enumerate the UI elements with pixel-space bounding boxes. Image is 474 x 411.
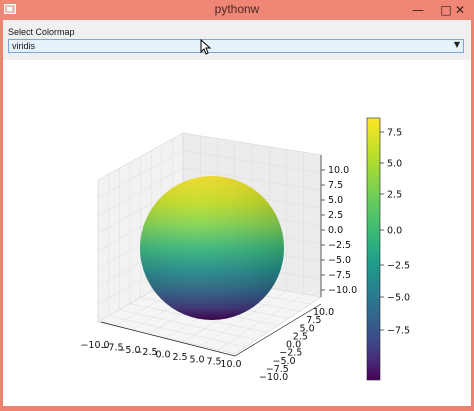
z-tick-label: 5.0 bbox=[328, 195, 343, 206]
colorbar-tick-label: 5.0 bbox=[387, 159, 402, 170]
colorbar-tick-label: 0.0 bbox=[387, 226, 402, 237]
colorbar-ticks: 7.5 5.0 2.5 0.0 −2.5 −5.0 −7.5 bbox=[380, 128, 410, 337]
controls-panel: Select Colormap viridis ▼ bbox=[3, 20, 471, 60]
z-tick-label: 7.5 bbox=[328, 180, 343, 191]
app-window: pythonw — □ ✕ Select Colormap viridis ▼ bbox=[0, 0, 474, 410]
sphere-surface bbox=[140, 176, 284, 320]
minimize-button[interactable]: — bbox=[404, 0, 432, 20]
z-tick-label: 10.0 bbox=[328, 165, 349, 176]
mouse-cursor-icon bbox=[200, 39, 212, 55]
colorbar: 7.5 5.0 2.5 0.0 −2.5 −5.0 −7.5 bbox=[366, 117, 410, 381]
colorbar-tick-label: 2.5 bbox=[387, 190, 402, 201]
z-tick-label: 2.5 bbox=[328, 210, 343, 221]
colorbar-tick-label: −2.5 bbox=[387, 261, 410, 272]
colorbar-tick-label: −5.0 bbox=[387, 293, 410, 304]
x-tick-label: −2.5 bbox=[134, 347, 157, 358]
z-tick-label: 0.0 bbox=[328, 225, 343, 236]
z-tick-label: −5.0 bbox=[328, 255, 351, 266]
colorbar-tick-label: 7.5 bbox=[387, 128, 402, 139]
close-button[interactable]: ✕ bbox=[446, 0, 474, 20]
x-tick-label: 10.0 bbox=[220, 359, 241, 370]
z-tick-label: −2.5 bbox=[328, 240, 351, 251]
z-axis-ticks: −10.0 −7.5 −5.0 −2.5 0.0 2.5 5.0 7.5 10.0 bbox=[321, 165, 357, 296]
x-tick-label: 5.0 bbox=[189, 354, 204, 365]
window-title: pythonw bbox=[214, 2, 260, 16]
chevron-down-icon[interactable]: ▼ bbox=[454, 40, 460, 49]
x-tick-label: 0.0 bbox=[155, 350, 170, 361]
title-bar[interactable]: pythonw — □ ✕ bbox=[0, 0, 474, 20]
client-area: Select Colormap viridis ▼ −10.0 −7.5 −5.… bbox=[3, 20, 471, 406]
y-tick-label: 10.0 bbox=[313, 307, 334, 318]
colorbar-gradient bbox=[366, 117, 381, 381]
z-tick-label: −7.5 bbox=[328, 270, 351, 281]
colorbar-tick-label: −7.5 bbox=[387, 326, 410, 337]
plot-svg: −10.0−7.5−5.0−2.50.0 2.5 5.0 7.510.0 −10.0−… bbox=[80, 117, 410, 383]
x-tick-label: 7.5 bbox=[206, 357, 221, 368]
colormap-label: Select Colormap bbox=[8, 27, 75, 37]
z-tick-label: −10.0 bbox=[328, 285, 357, 296]
colormap-select[interactable]: viridis ▼ bbox=[8, 39, 464, 53]
colormap-select-value: viridis bbox=[12, 41, 36, 51]
plot-canvas: −10.0 −7.5 −5.0 −2.5 0.0 2.5 5.0 7.5 10.0 −10.0−… bbox=[3, 60, 471, 406]
x-tick-label: 2.5 bbox=[172, 352, 187, 363]
